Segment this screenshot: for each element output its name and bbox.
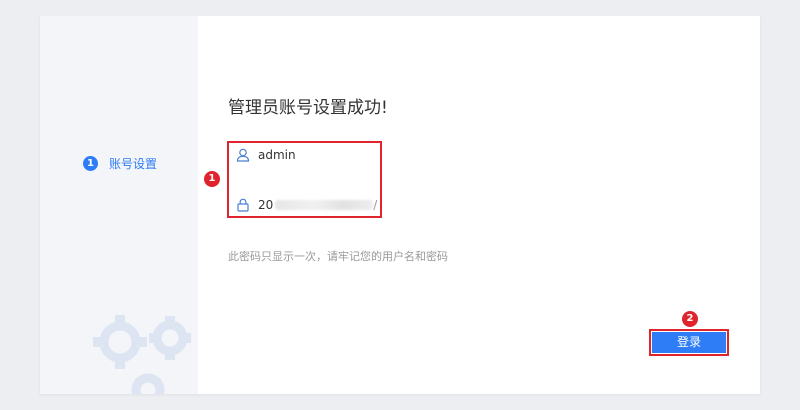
password-prefix: 20 xyxy=(258,198,274,212)
step-item-account-setup: 1 账号设置 xyxy=(83,155,157,172)
setup-card: 1 账号设置 管理员账号设置成功! admin 20 / 1 此密码只显示一次，… xyxy=(40,16,760,394)
page-title: 管理员账号设置成功! xyxy=(228,98,388,118)
step-sidebar: 1 账号设置 xyxy=(40,16,198,394)
password-row: 20 / xyxy=(236,198,377,212)
username-row: admin xyxy=(236,148,296,162)
annotation-badge-1: 1 xyxy=(204,171,220,187)
username-value: admin xyxy=(258,148,296,162)
step-number: 1 xyxy=(83,156,98,171)
login-button-label: 登录 xyxy=(652,332,726,353)
login-button[interactable]: 登录 xyxy=(649,329,729,356)
credentials-box: admin 20 / xyxy=(227,141,382,218)
annotation-badge-2: 2 xyxy=(682,311,698,327)
lock-icon xyxy=(237,198,249,212)
password-hint: 此密码只显示一次，请牢记您的用户名和密码 xyxy=(228,250,448,263)
user-icon xyxy=(236,148,250,162)
password-suffix: / xyxy=(373,198,378,212)
gears-decoration-icon xyxy=(93,315,191,394)
password-redacted xyxy=(275,200,374,210)
step-label: 账号设置 xyxy=(109,157,158,171)
